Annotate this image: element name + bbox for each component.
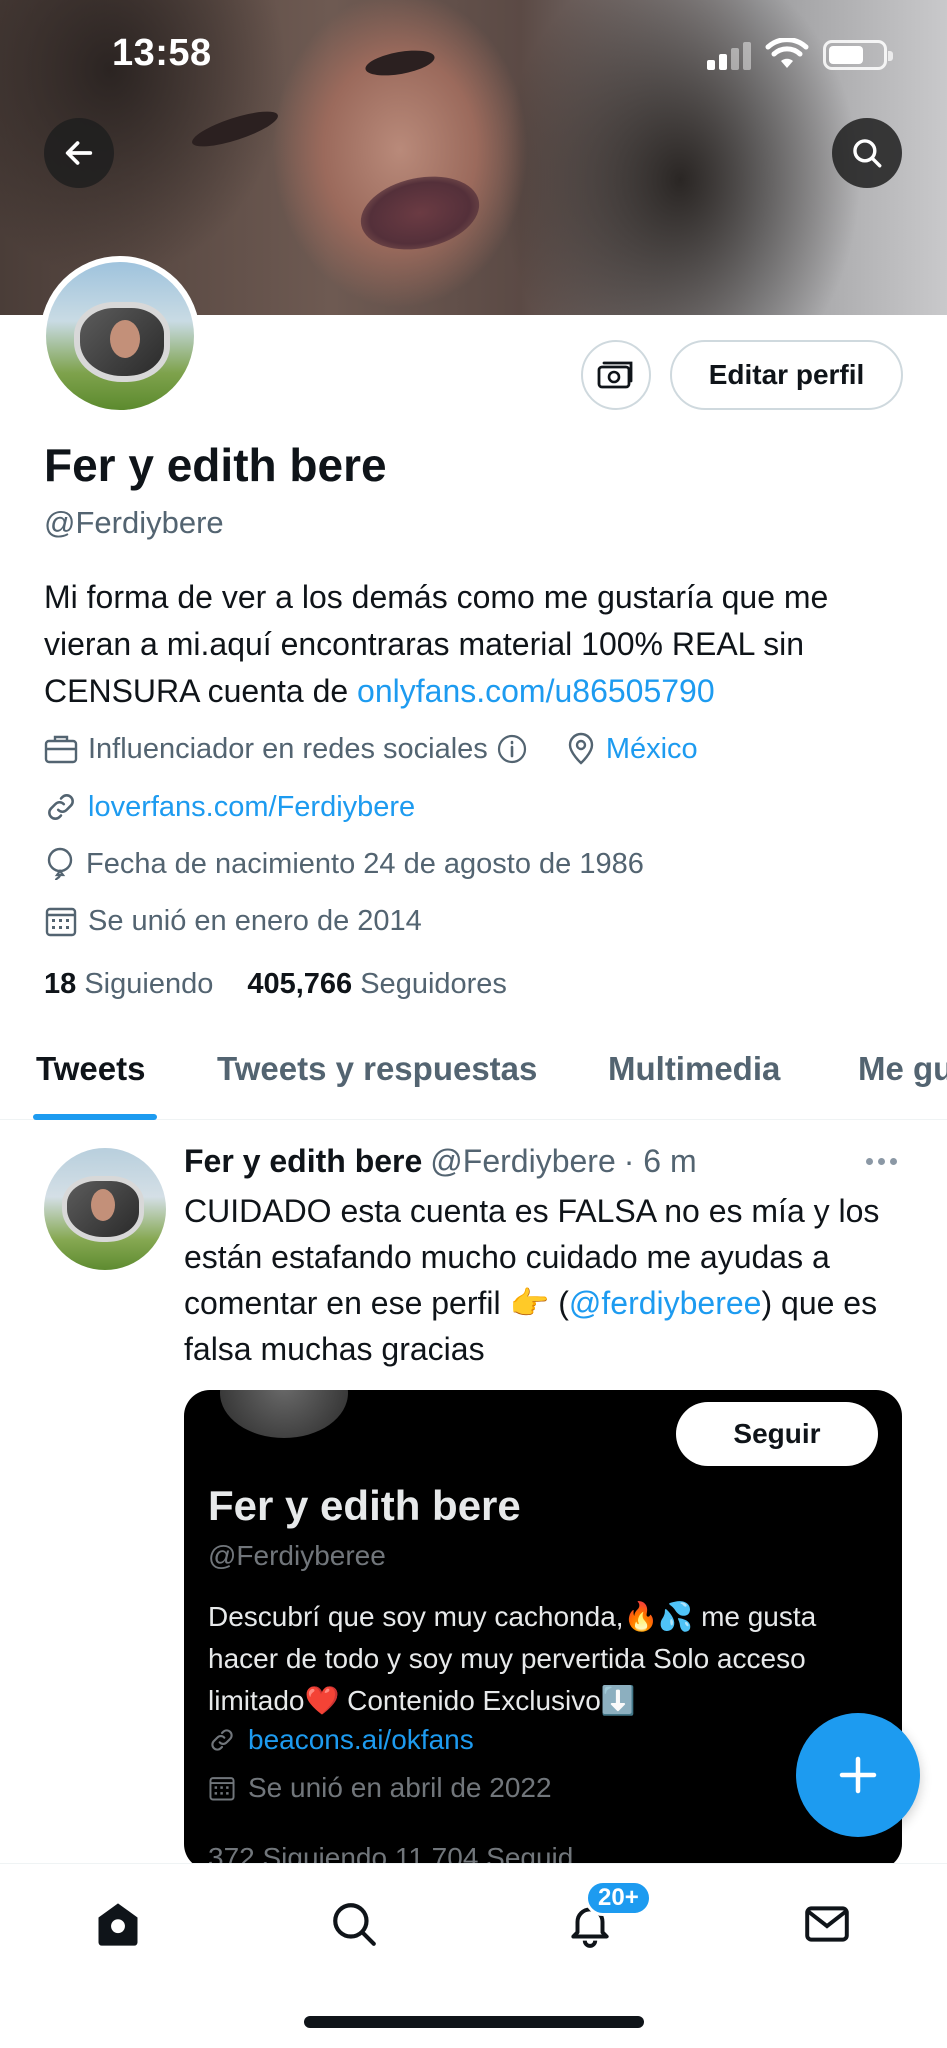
tweet-header: Fer y edith bere @Ferdiybere · 6 m (184, 1143, 697, 1180)
tab-media[interactable]: Multimedia (608, 1050, 780, 1088)
tab-tweets-replies[interactable]: Tweets y respuestas (217, 1050, 537, 1088)
followers-link[interactable]: 405,766 Seguidores (247, 968, 507, 1001)
tweet-avatar[interactable] (44, 1148, 166, 1270)
following-link[interactable]: 18 Siguiendo (44, 968, 213, 1001)
link-icon (211, 1729, 233, 1751)
following-label: Siguiendo (84, 968, 214, 1000)
profile-display-name: Fer y edith bere (44, 439, 387, 491)
back-button[interactable] (44, 118, 114, 188)
banner-lips (354, 166, 486, 260)
banner-eye-left (188, 104, 282, 154)
briefcase-icon (44, 735, 78, 764)
profile-meta-joined: Se unió en enero de 2014 (44, 904, 422, 938)
edit-profile-button[interactable]: Editar perfil (670, 340, 903, 410)
profile-tabs: Tweets Tweets y respuestas Multimedia Me… (0, 1030, 947, 1120)
image-avatar (216, 1390, 352, 1442)
tweet-text: CUIDADO esta cuenta es FALSA no es mía y… (184, 1188, 919, 1372)
tab-likes[interactable]: Me gu (858, 1050, 947, 1088)
followers-label: Seguidores (360, 968, 507, 1000)
profile-meta-website: loverfans.com/Ferdiybere (44, 790, 415, 824)
image-link: beacons.ai/okfans (248, 1724, 474, 1755)
tweet-author-handle[interactable]: @Ferdiybere (430, 1143, 615, 1180)
location-link[interactable]: México (606, 733, 698, 766)
birthday-label: Fecha de nacimiento 24 de agosto de 1986 (86, 847, 644, 880)
search-button[interactable] (832, 118, 902, 188)
back-arrow-icon (65, 141, 93, 165)
nav-home[interactable] (88, 1894, 148, 1954)
calendar-icon (209, 1777, 235, 1801)
status-time: 13:58 (112, 32, 212, 74)
compose-tweet-button[interactable] (796, 1713, 920, 1837)
signal-icon (707, 42, 751, 70)
tweet-image[interactable]: Seguir Fer y edith bere @Ferdiyberee Des… (184, 1390, 902, 1870)
profile-meta-birthday: Fecha de nacimiento 24 de agosto de 1986 (44, 847, 644, 881)
search-icon (853, 139, 882, 168)
tip-button[interactable] (581, 340, 651, 410)
mail-icon (805, 1906, 849, 1942)
avatar-image (46, 262, 194, 410)
follow-stats: 18 Siguiendo 405,766 Seguidores (44, 968, 507, 1001)
profile-handle: @Ferdiybere (44, 505, 224, 540)
image-meta-link: beacons.ai/okfans (208, 1724, 474, 1756)
image-follow-button: Seguir (676, 1402, 878, 1466)
profile-meta-category: Influenciador en redes sociales México (44, 732, 698, 766)
battery-icon (823, 40, 893, 70)
banner-eye-right (363, 46, 437, 80)
status-icons (707, 38, 893, 70)
active-tab-indicator (33, 1114, 157, 1120)
category-label: Influenciador en redes sociales (88, 732, 488, 765)
money-icon (597, 361, 633, 389)
plus-icon (839, 1756, 877, 1794)
search-icon (333, 1903, 376, 1946)
tweet-time: · 6 m (623, 1143, 697, 1179)
profile-avatar[interactable] (40, 256, 200, 416)
more-dots-icon[interactable] (866, 1158, 897, 1165)
image-handle: @Ferdiyberee (208, 1540, 386, 1571)
link-icon (48, 794, 74, 820)
home-indicator (304, 2016, 644, 2028)
image-display-name: Fer y edith bere (208, 1482, 521, 1529)
notifications-badge: 20+ (585, 1880, 652, 1916)
followers-count: 405,766 (247, 968, 353, 1000)
calendar-icon (45, 907, 77, 937)
balloon-icon (47, 847, 73, 881)
following-count: 18 (44, 968, 77, 1000)
image-meta-joined: Se unió en abril de 2022 (208, 1772, 552, 1804)
tweet-mention[interactable]: @ferdiyberee (569, 1285, 762, 1321)
nav-search[interactable] (324, 1894, 384, 1954)
location-pin-icon (568, 732, 594, 765)
bio-link[interactable]: onlyfans.com/u86505790 (357, 673, 715, 709)
image-bio: Descubrí que soy muy cachonda,🔥💦 me gust… (208, 1601, 817, 1716)
profile-bio: Mi forma de ver a los demás como me gust… (44, 574, 914, 715)
home-icon (98, 1903, 138, 1946)
wifi-icon (765, 38, 809, 68)
website-link[interactable]: loverfans.com/Ferdiybere (88, 791, 415, 824)
nav-messages[interactable] (797, 1894, 857, 1954)
tweet-author-name[interactable]: Fer y edith bere (184, 1143, 422, 1180)
image-joined: Se unió en abril de 2022 (248, 1772, 552, 1803)
joined-label: Se unió en enero de 2014 (88, 904, 422, 937)
info-icon[interactable] (496, 733, 528, 765)
tab-tweets[interactable]: Tweets (36, 1050, 145, 1088)
